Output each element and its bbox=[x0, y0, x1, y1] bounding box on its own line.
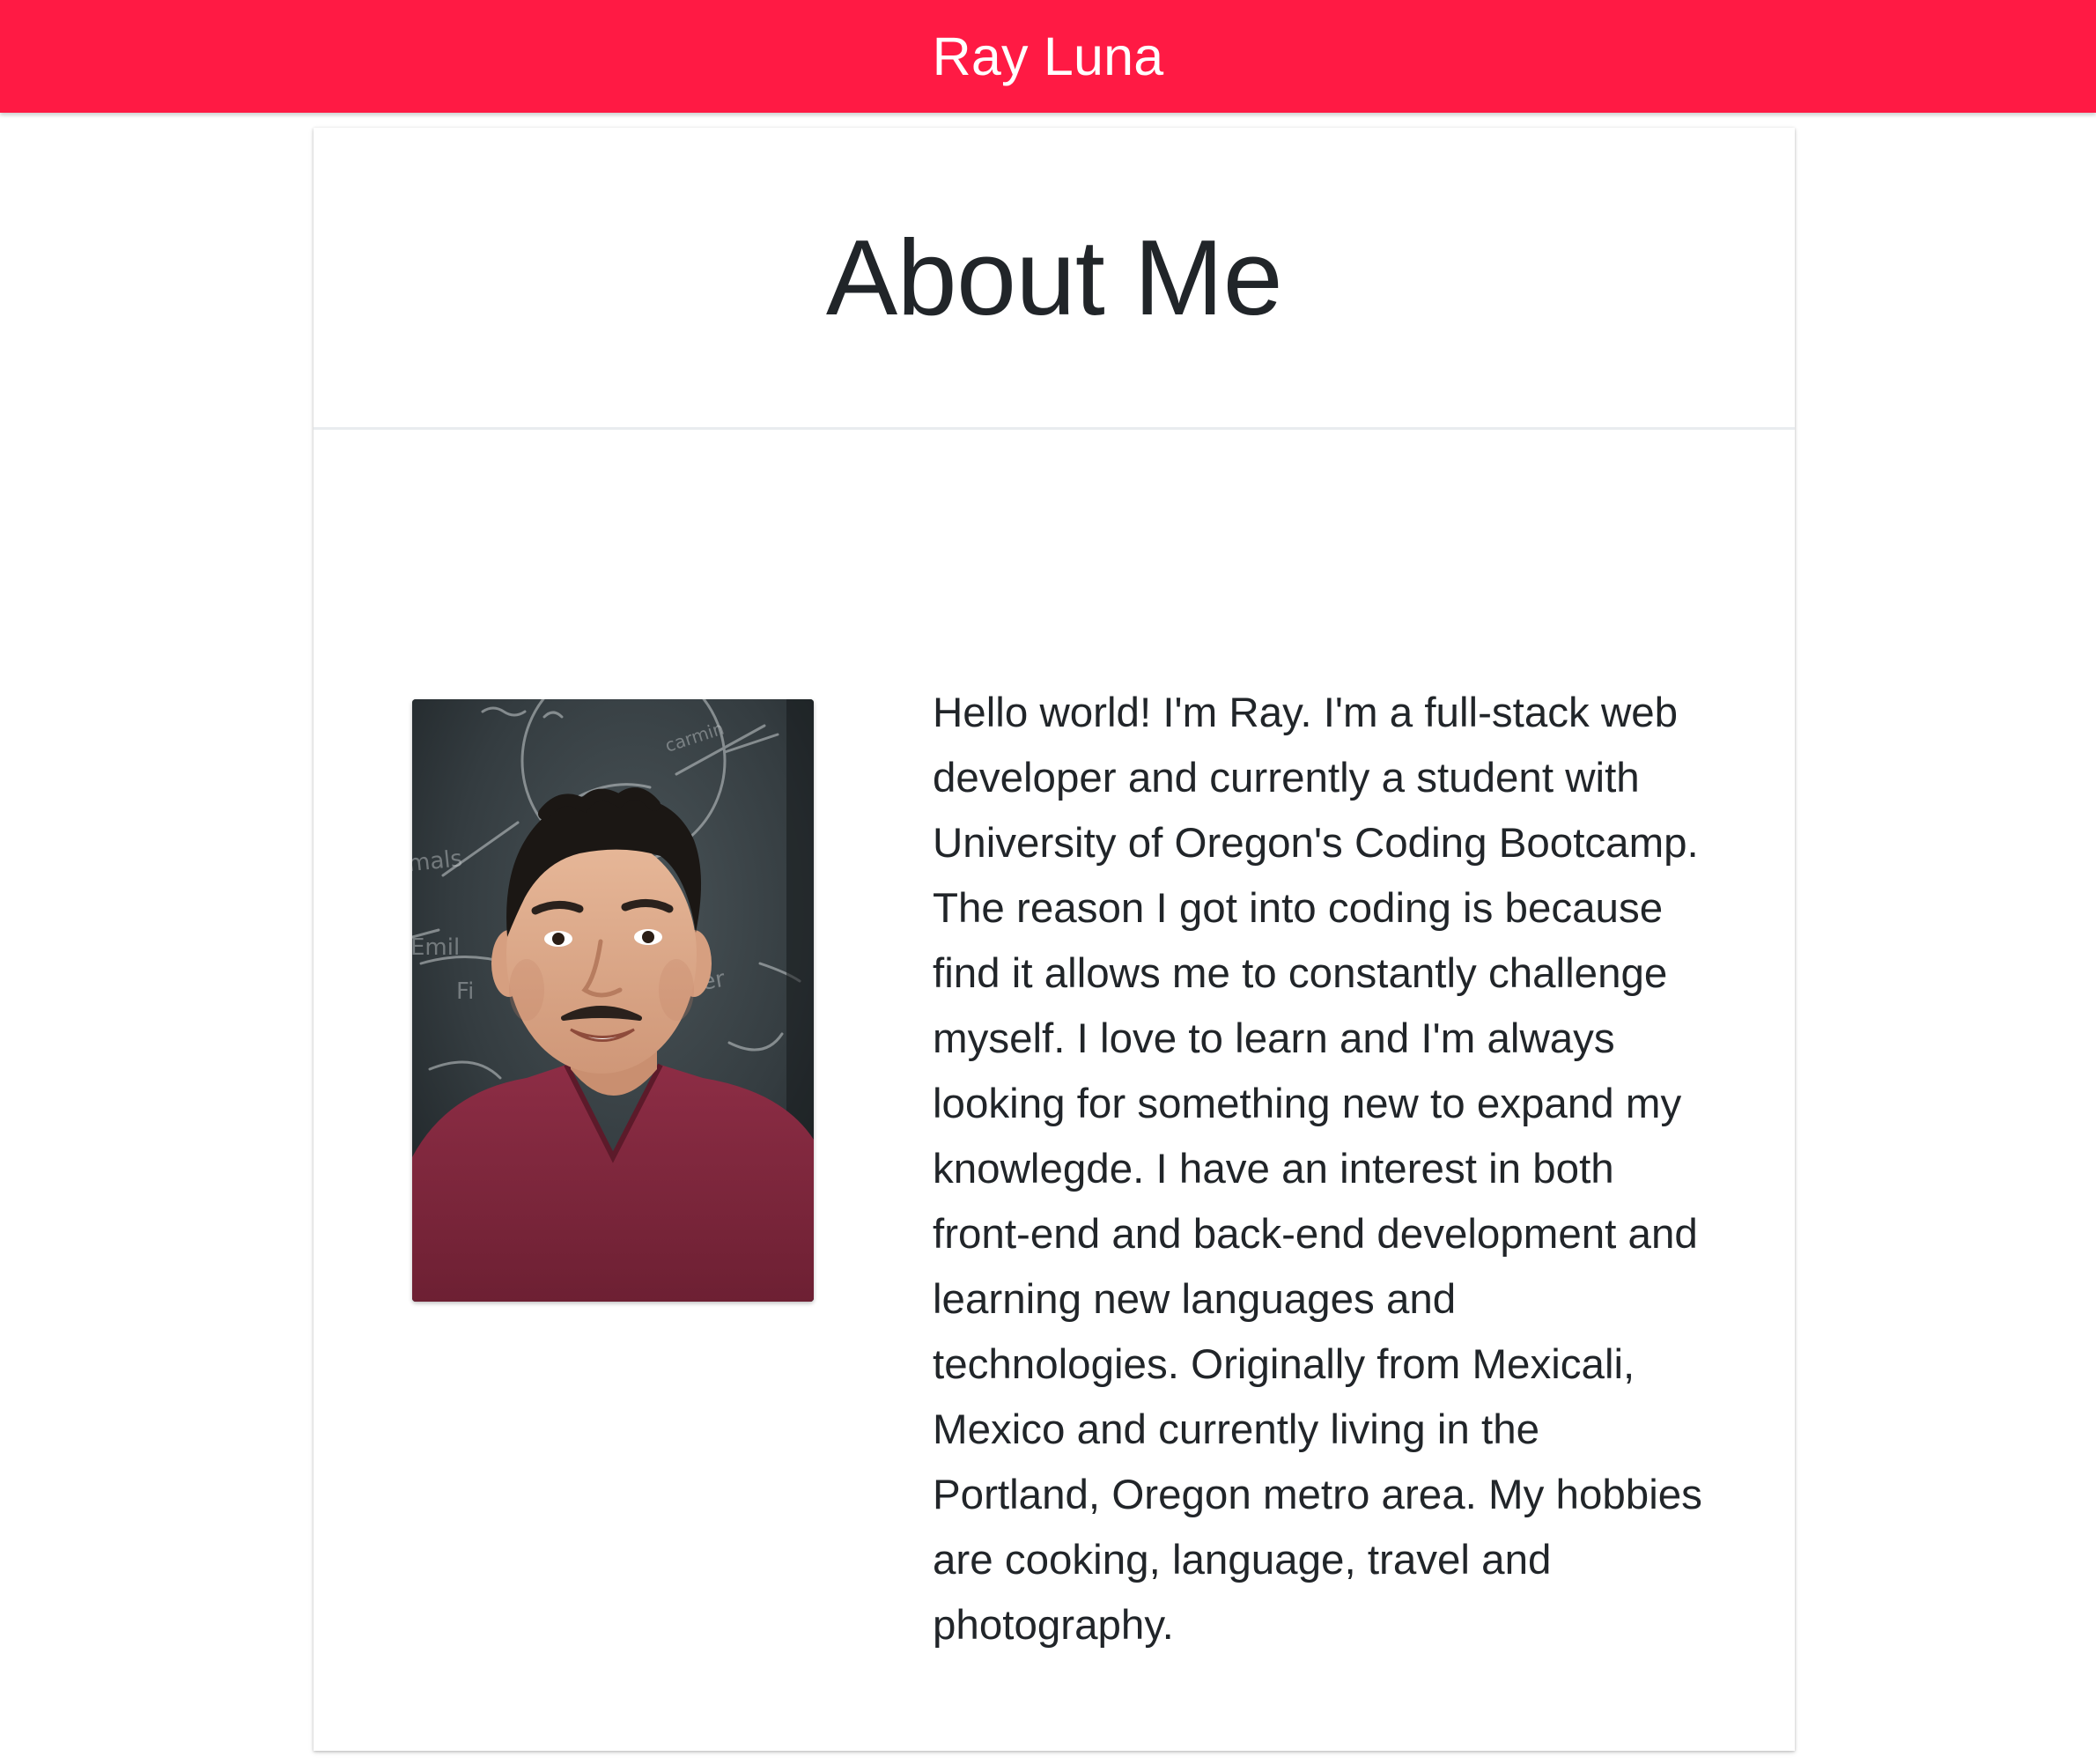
svg-text:Fi: Fi bbox=[456, 978, 474, 1005]
svg-text:Emil: Emil bbox=[412, 934, 460, 961]
brand-link[interactable]: Ray Luna bbox=[933, 29, 1164, 84]
page-title: About Me bbox=[825, 218, 1283, 337]
profile-photo: mals Emil Fi er carmin bbox=[412, 699, 814, 1302]
about-card: About Me mals Emil Fi er carmin Hello wo… bbox=[314, 128, 1795, 1751]
about-card-body: mals Emil Fi er carmin Hello world! I'm … bbox=[314, 430, 1795, 1751]
top-navbar: Ray Luna bbox=[0, 0, 2096, 113]
about-card-header: About Me bbox=[314, 128, 1795, 430]
bio-paragraph: Hello world! I'm Ray. I'm a full-stack w… bbox=[933, 690, 1702, 1649]
